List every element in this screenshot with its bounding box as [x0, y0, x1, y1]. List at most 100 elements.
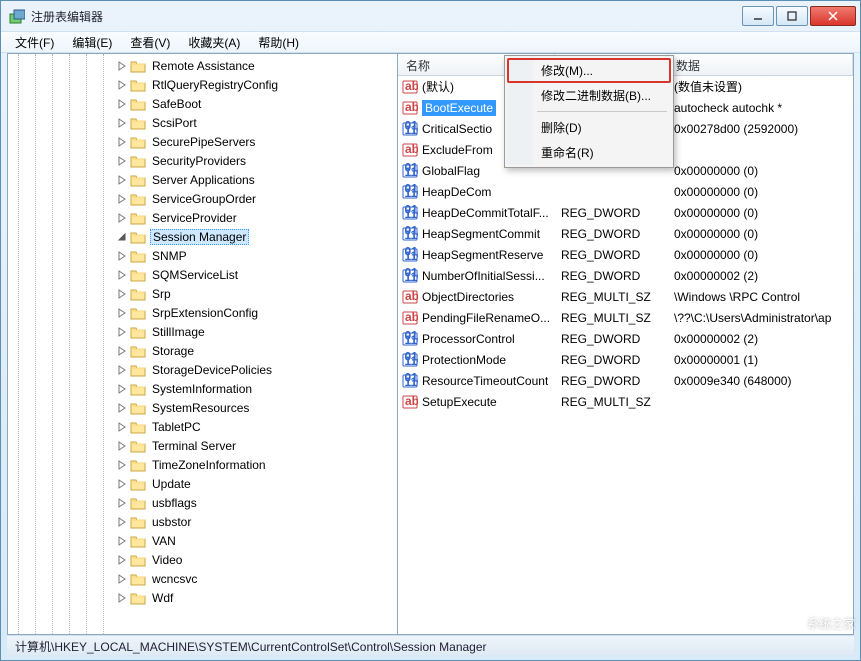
expand-icon[interactable]	[116, 383, 128, 395]
ctx-modify[interactable]: 修改(M)...	[507, 58, 671, 83]
list-row[interactable]: SetupExecuteREG_MULTI_SZ	[398, 391, 853, 412]
tree-node[interactable]: VAN	[10, 531, 397, 550]
tree-node[interactable]: SystemResources	[10, 398, 397, 417]
window-buttons	[740, 6, 856, 26]
value-name: ResourceTimeoutCount	[422, 374, 548, 388]
close-button[interactable]	[810, 6, 856, 26]
expand-icon[interactable]	[116, 345, 128, 357]
tree-node[interactable]: ServiceGroupOrder	[10, 189, 397, 208]
list-row[interactable]: NumberOfInitialSessi...REG_DWORD0x000000…	[398, 265, 853, 286]
col-data[interactable]: 数据	[668, 54, 853, 75]
expand-icon[interactable]	[116, 269, 128, 281]
tree-node[interactable]: TimeZoneInformation	[10, 455, 397, 474]
expand-icon[interactable]	[116, 79, 128, 91]
menu-edit[interactable]: 编辑(E)	[64, 32, 120, 53]
tree-node[interactable]: usbflags	[10, 493, 397, 512]
maximize-button[interactable]	[776, 6, 808, 26]
expand-icon[interactable]	[116, 250, 128, 262]
tree-node[interactable]: wcncsvc	[10, 569, 397, 588]
expand-icon[interactable]	[116, 212, 128, 224]
tree-node[interactable]: SystemInformation	[10, 379, 397, 398]
tree-node[interactable]: SNMP	[10, 246, 397, 265]
menu-file[interactable]: 文件(F)	[7, 32, 62, 53]
tree: Remote AssistanceRtlQueryRegistryConfigS…	[8, 54, 397, 609]
list-row[interactable]: ProcessorControlREG_DWORD0x00000002 (2)	[398, 328, 853, 349]
tree-node[interactable]: Srp	[10, 284, 397, 303]
folder-icon	[130, 116, 146, 130]
tree-node[interactable]: Remote Assistance	[10, 56, 397, 75]
expand-icon[interactable]	[116, 193, 128, 205]
expand-icon[interactable]	[116, 440, 128, 452]
expand-icon[interactable]	[116, 459, 128, 471]
tree-node-label: SecurityProviders	[150, 153, 248, 169]
expand-icon[interactable]	[116, 155, 128, 167]
list-row[interactable]: HeapDeCommitTotalF...REG_DWORD0x00000000…	[398, 202, 853, 223]
tree-node[interactable]: SecurePipeServers	[10, 132, 397, 151]
list-row[interactable]: PendingFileRenameO...REG_MULTI_SZ\??\C:\…	[398, 307, 853, 328]
tree-node[interactable]: SQMServiceList	[10, 265, 397, 284]
minimize-button[interactable]	[742, 6, 774, 26]
expand-icon[interactable]	[116, 174, 128, 186]
list-row[interactable]: ObjectDirectoriesREG_MULTI_SZ\Windows \R…	[398, 286, 853, 307]
menu-help[interactable]: 帮助(H)	[250, 32, 307, 53]
expand-icon[interactable]	[116, 402, 128, 414]
expand-icon[interactable]	[116, 364, 128, 376]
tree-node[interactable]: SecurityProviders	[10, 151, 397, 170]
tree-node[interactable]: ScsiPort	[10, 113, 397, 132]
expand-icon[interactable]	[116, 592, 128, 604]
expand-icon[interactable]	[116, 573, 128, 585]
menu-view[interactable]: 查看(V)	[122, 32, 178, 53]
expand-icon[interactable]	[116, 98, 128, 110]
expand-icon[interactable]	[116, 307, 128, 319]
tree-node[interactable]: SrpExtensionConfig	[10, 303, 397, 322]
tree-node[interactable]: Wdf	[10, 588, 397, 607]
list-row[interactable]: HeapDeCom0x00000000 (0)	[398, 181, 853, 202]
value-type-icon	[402, 121, 418, 137]
value-type-icon	[402, 268, 418, 284]
tree-node[interactable]: Storage	[10, 341, 397, 360]
tree-node[interactable]: TabletPC	[10, 417, 397, 436]
tree-node[interactable]: StorageDevicePolicies	[10, 360, 397, 379]
folder-icon	[130, 173, 146, 187]
value-data: 0x00000000 (0)	[674, 227, 758, 241]
value-type: REG_DWORD	[561, 206, 640, 220]
expand-icon[interactable]	[116, 117, 128, 129]
list-row[interactable]: ProtectionModeREG_DWORD0x00000001 (1)	[398, 349, 853, 370]
ctx-rename[interactable]: 重命名(R)	[507, 140, 671, 165]
expand-icon[interactable]	[116, 60, 128, 72]
tree-node[interactable]: Update	[10, 474, 397, 493]
tree-node[interactable]: Video	[10, 550, 397, 569]
ctx-modify-binary[interactable]: 修改二进制数据(B)...	[507, 83, 671, 108]
statusbar: 计算机\HKEY_LOCAL_MACHINE\SYSTEM\CurrentCon…	[7, 635, 854, 655]
tree-node[interactable]: RtlQueryRegistryConfig	[10, 75, 397, 94]
tree-node[interactable]: Terminal Server	[10, 436, 397, 455]
list-row[interactable]: HeapSegmentCommitREG_DWORD0x00000000 (0)	[398, 223, 853, 244]
folder-icon	[130, 363, 146, 377]
tree-node[interactable]: SafeBoot	[10, 94, 397, 113]
menu-favorites[interactable]: 收藏夹(A)	[180, 32, 248, 53]
tree-node-label: StillImage	[150, 324, 207, 340]
expand-icon[interactable]	[116, 516, 128, 528]
tree-node[interactable]: ServiceProvider	[10, 208, 397, 227]
ctx-delete[interactable]: 删除(D)	[507, 115, 671, 140]
tree-pane[interactable]: Remote AssistanceRtlQueryRegistryConfigS…	[8, 54, 398, 634]
tree-node[interactable]: StillImage	[10, 322, 397, 341]
list-row[interactable]: HeapSegmentReserveREG_DWORD0x00000000 (0…	[398, 244, 853, 265]
expand-icon[interactable]	[116, 421, 128, 433]
list-row[interactable]: ResourceTimeoutCountREG_DWORD0x0009e340 …	[398, 370, 853, 391]
folder-icon	[130, 59, 146, 73]
tree-node[interactable]: Session Manager	[10, 227, 397, 246]
expand-icon[interactable]	[116, 535, 128, 547]
context-menu: 修改(M)... 修改二进制数据(B)... 删除(D) 重命名(R)	[504, 55, 674, 168]
expand-icon[interactable]	[116, 136, 128, 148]
tree-node[interactable]: usbstor	[10, 512, 397, 531]
folder-icon	[130, 192, 146, 206]
expand-icon[interactable]	[116, 231, 128, 243]
expand-icon[interactable]	[116, 288, 128, 300]
titlebar[interactable]: 注册表编辑器	[1, 1, 860, 31]
expand-icon[interactable]	[116, 326, 128, 338]
expand-icon[interactable]	[116, 554, 128, 566]
expand-icon[interactable]	[116, 497, 128, 509]
expand-icon[interactable]	[116, 478, 128, 490]
tree-node[interactable]: Server Applications	[10, 170, 397, 189]
